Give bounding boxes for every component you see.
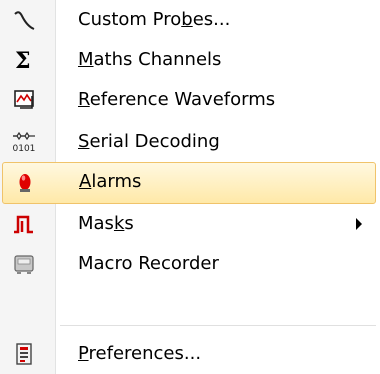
serial-icon-text: 0101 — [13, 144, 36, 154]
menu-item-custom-probes[interactable]: Custom Probes... — [0, 0, 380, 40]
menu-item-maths-channels[interactable]: Σ Maths Channels — [0, 40, 380, 80]
menu-item-alarms[interactable]: Alarms — [2, 162, 376, 204]
svg-text:Σ: Σ — [15, 48, 31, 72]
menu-item-macro-recorder[interactable]: Macro Recorder — [0, 244, 380, 284]
submenu-arrow-icon — [356, 218, 362, 230]
serial-decoding-icon: 0101 — [12, 130, 36, 154]
menu-item-label: Custom Probes... — [78, 9, 231, 30]
menu-item-label: Macro Recorder — [78, 253, 219, 274]
sigma-icon: Σ — [12, 48, 36, 72]
menu-item-masks[interactable]: Masks — [0, 204, 380, 244]
menu-item-label: Alarms — [79, 171, 142, 192]
masks-icon — [12, 212, 36, 236]
reference-waveforms-icon — [12, 88, 36, 112]
custom-probes-icon — [12, 8, 36, 32]
menu-item-label: Reference Waveforms — [78, 89, 276, 110]
menu-separator — [60, 325, 376, 326]
macro-recorder-icon — [12, 252, 36, 276]
menu-item-label: Serial Decoding — [78, 131, 220, 152]
context-menu: Custom Probes... Σ Maths Channels Refere… — [0, 0, 380, 374]
menu-item-label: Masks — [78, 213, 134, 234]
menu-item-preferences[interactable]: Preferences... — [0, 334, 380, 374]
preferences-icon — [12, 342, 36, 366]
menu-item-serial-decoding[interactable]: 0101 Serial Decoding — [0, 122, 380, 162]
menu-item-label: Preferences... — [78, 343, 202, 364]
alarms-icon — [13, 170, 37, 194]
menu-item-reference-waveforms[interactable]: Reference Waveforms — [0, 80, 380, 120]
menu-item-label: Maths Channels — [78, 49, 222, 70]
